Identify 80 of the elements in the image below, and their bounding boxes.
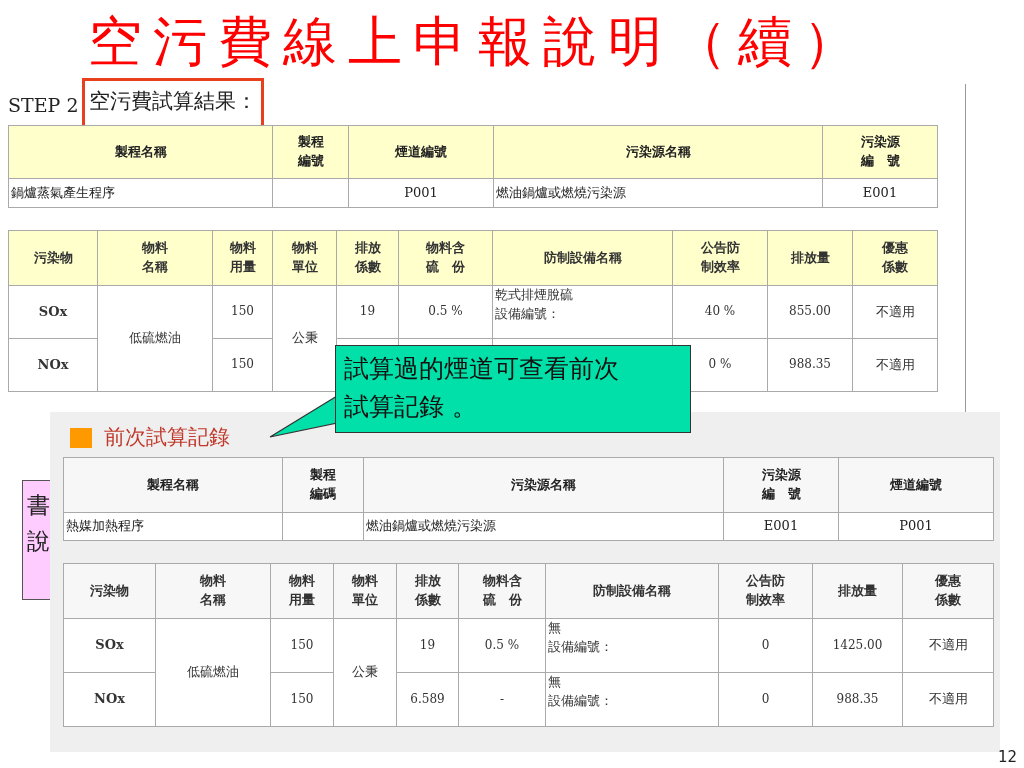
table-cell: E001 bbox=[822, 178, 938, 208]
column-header: 防制設備名稱 bbox=[545, 563, 719, 619]
table-cell: 0.5 % bbox=[398, 285, 493, 339]
table-cell: 855.00 bbox=[767, 285, 853, 339]
table-cell: 不適用 bbox=[852, 338, 938, 392]
table-cell: 150 bbox=[270, 618, 334, 673]
step-label: STEP 2 bbox=[8, 92, 79, 118]
column-header: 公告防制效率 bbox=[672, 230, 768, 286]
slide-title: 空污費線上申報說明（續） bbox=[88, 9, 868, 75]
table-cell: 不適用 bbox=[902, 618, 994, 673]
column-header: 物料含硫 份 bbox=[458, 563, 546, 619]
cell-text: 乾式排煙脫硫 bbox=[495, 286, 573, 304]
column-header: 污染源名稱 bbox=[363, 457, 724, 513]
column-header: 製程編號 bbox=[272, 125, 349, 179]
table-cell: 公秉 bbox=[333, 618, 397, 727]
column-header: 製程編碼 bbox=[282, 457, 364, 513]
column-header: 物料用量 bbox=[212, 230, 273, 286]
column-header: 煙道編號 bbox=[348, 125, 494, 179]
table-cell: 不適用 bbox=[902, 672, 994, 727]
section-heading: 前次試算記錄 bbox=[104, 424, 230, 451]
column-header: 污染物 bbox=[63, 563, 156, 619]
note-text: 書 bbox=[27, 491, 51, 520]
table-cell: NOx bbox=[63, 672, 156, 727]
table-cell: E001 bbox=[723, 512, 839, 541]
column-header: 排放量 bbox=[767, 230, 853, 286]
column-header: 排放係數 bbox=[396, 563, 459, 619]
column-header: 排放係數 bbox=[336, 230, 399, 286]
table-cell: 0 bbox=[718, 672, 813, 727]
table-cell: 988.35 bbox=[812, 672, 903, 727]
cell-text: 設備編號： bbox=[495, 304, 560, 323]
column-header: 製程名稱 bbox=[63, 457, 283, 513]
table-cell: 40 % bbox=[672, 285, 768, 339]
column-header: 物料用量 bbox=[270, 563, 334, 619]
column-header: 物料含硫 份 bbox=[398, 230, 493, 286]
column-header: 優惠係數 bbox=[902, 563, 994, 619]
callout: 試算過的煙道可查看前次試算記錄 。 bbox=[335, 345, 691, 433]
table-cell: 公秉 bbox=[272, 285, 337, 392]
table-cell: 不適用 bbox=[852, 285, 938, 339]
table-cell: SOx bbox=[8, 285, 98, 339]
table-cell: 0 bbox=[718, 618, 813, 673]
table-cell: P001 bbox=[348, 178, 494, 208]
column-header: 煙道編號 bbox=[838, 457, 994, 513]
note-text: 說 bbox=[27, 527, 51, 556]
cell-text: 無 bbox=[548, 673, 561, 691]
column-header: 公告防制效率 bbox=[718, 563, 813, 619]
table-cell: 燃油鍋爐或燃燒污染源 bbox=[493, 178, 823, 208]
table-cell: 1425.00 bbox=[812, 618, 903, 673]
column-header: 污染源名稱 bbox=[493, 125, 823, 179]
table-cell: 988.35 bbox=[767, 338, 853, 392]
callout-pointer bbox=[269, 395, 338, 438]
cell-text: 設備編號： bbox=[548, 691, 613, 710]
column-header: 污染物 bbox=[8, 230, 98, 286]
cell-text: 無 bbox=[548, 619, 561, 637]
square-icon bbox=[70, 427, 92, 448]
table-cell: - bbox=[458, 672, 546, 727]
table-cell: NOx bbox=[8, 338, 98, 392]
table-cell: SOx bbox=[63, 618, 156, 673]
column-header: 優惠係數 bbox=[852, 230, 938, 286]
cell-text: 設備編號： bbox=[548, 637, 613, 656]
table-cell: 6.589 bbox=[396, 672, 459, 727]
column-header: 製程名稱 bbox=[8, 125, 273, 179]
column-header: 污染源編 號 bbox=[723, 457, 839, 513]
table-cell: 熱媒加熱程序 bbox=[63, 512, 283, 541]
table-cell: 19 bbox=[396, 618, 459, 673]
table-cell: 150 bbox=[212, 285, 273, 339]
column-header: 物料名稱 bbox=[97, 230, 213, 286]
table-cell: 低硫燃油 bbox=[97, 285, 213, 392]
column-header: 污染源編 號 bbox=[822, 125, 938, 179]
table-cell: 19 bbox=[336, 285, 399, 339]
table-cell: P001 bbox=[838, 512, 994, 541]
table-cell: 燃油鍋爐或燃燒污染源 bbox=[363, 512, 724, 541]
column-header: 排放量 bbox=[812, 563, 903, 619]
page-number: 12 bbox=[998, 747, 1018, 768]
column-header: 物料名稱 bbox=[155, 563, 271, 619]
column-header: 物料單位 bbox=[272, 230, 337, 286]
table-cell: 低硫燃油 bbox=[155, 618, 271, 727]
column-header: 物料單位 bbox=[333, 563, 397, 619]
table-cell: 0.5 % bbox=[458, 618, 546, 673]
column-header: 防制設備名稱 bbox=[492, 230, 673, 286]
table-cell: 鍋爐蒸氣產生程序 bbox=[8, 178, 273, 208]
